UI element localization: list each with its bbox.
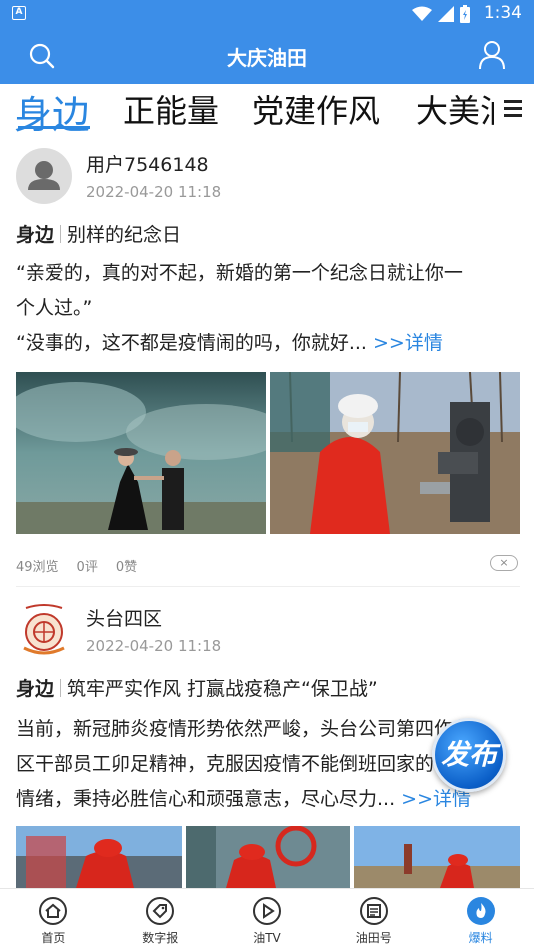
- nav-tipoff[interactable]: 爆料: [427, 889, 534, 950]
- post-image-worker-2[interactable]: [186, 826, 350, 888]
- post-stats: 49浏览 0评 0赞: [16, 556, 155, 575]
- bottom-nav: 首页 数字报 油TV 油田号 爆料: [0, 888, 534, 950]
- tab-dangjian[interactable]: 党建作风: [252, 86, 380, 132]
- tab-zhengnengliang[interactable]: 正能量: [123, 86, 219, 132]
- active-tab-indicator: [18, 126, 90, 129]
- system-icons: [412, 5, 470, 23]
- post-title-text: 别样的纪念日: [67, 224, 182, 246]
- post-images: [16, 372, 520, 534]
- nav-digital-paper[interactable]: 数字报: [107, 889, 214, 950]
- post-time: 2022-04-20 11:18: [86, 183, 222, 201]
- emblem-logo-icon: [23, 604, 65, 655]
- tag-icon: [146, 897, 175, 925]
- app-header: 大庆油田: [0, 28, 534, 84]
- app-notification-icon: A: [12, 6, 26, 20]
- post-image-couple[interactable]: [16, 372, 266, 534]
- status-bar: A 1:34: [0, 0, 534, 28]
- avatar[interactable]: [16, 602, 72, 658]
- view-count: 49浏览: [16, 560, 59, 575]
- nav-tipoff-label: 爆料: [468, 931, 493, 945]
- nav-home-label: 首页: [41, 931, 66, 945]
- dismiss-post-button[interactable]: ×: [490, 555, 518, 571]
- post-tag: 身边: [16, 224, 55, 246]
- post-tag: 身边: [16, 678, 55, 700]
- post-divider: [16, 586, 520, 587]
- post-username[interactable]: 用户7546148: [86, 150, 209, 177]
- nav-digital-paper-label: 数字报: [142, 931, 179, 945]
- battery-icon: [460, 5, 470, 23]
- nav-home[interactable]: 首页: [0, 889, 107, 950]
- status-time: 1:34: [483, 3, 522, 23]
- post-title[interactable]: 身边 别样的纪念日: [16, 220, 181, 247]
- post-body-line: 个人过。”: [16, 297, 93, 319]
- default-avatar-icon: [28, 161, 60, 190]
- nav-oil-tv-label: 油TV: [253, 931, 281, 945]
- publish-button[interactable]: 发布: [432, 718, 506, 792]
- post-image-worker-1[interactable]: [16, 826, 182, 888]
- comment-count[interactable]: 0评: [77, 560, 98, 575]
- signal-icon: [438, 6, 454, 22]
- post-image-worker[interactable]: [270, 372, 520, 534]
- fire-icon: [466, 897, 495, 925]
- post-body-line: “亲爱的，真的对不起，新婚的第一个纪念日就让你一: [16, 262, 463, 284]
- play-icon: [252, 897, 281, 925]
- details-link[interactable]: >>详情: [373, 332, 443, 354]
- page-title: 大庆油田: [227, 46, 307, 70]
- user-profile-icon[interactable]: [478, 40, 506, 70]
- nav-oilfield-account-label: 油田号: [355, 931, 392, 945]
- post-body[interactable]: “亲爱的，真的对不起，新婚的第一个纪念日就让你一 个人过。” “没事的，这不都是…: [16, 256, 520, 361]
- like-count[interactable]: 0赞: [116, 560, 137, 575]
- post-body-line: 情绪，秉持必胜信心和顽强意志，尽心尽力...: [16, 788, 396, 810]
- wifi-icon: [412, 6, 432, 21]
- post-title[interactable]: 身边 筑牢严实作风 打赢战疫稳产“保卫战”: [16, 674, 378, 701]
- post-images: [16, 826, 520, 888]
- menu-icon[interactable]: [494, 84, 534, 134]
- newspaper-icon: [359, 897, 388, 925]
- avatar[interactable]: [16, 148, 72, 204]
- nav-oil-tv[interactable]: 油TV: [214, 889, 321, 950]
- post-time: 2022-04-20 11:18: [86, 637, 222, 655]
- nav-oilfield-account[interactable]: 油田号: [320, 889, 427, 950]
- details-link[interactable]: >>详情: [401, 788, 471, 810]
- post-title-text: 筑牢严实作风 打赢战疫稳产“保卫战”: [67, 678, 378, 700]
- post-username[interactable]: 头台四区: [86, 604, 162, 631]
- post-image-worker-3[interactable]: [354, 826, 520, 888]
- home-icon: [39, 897, 68, 925]
- post-body-line: “没事的，这不都是疫情闹的吗，你就好...: [16, 332, 367, 354]
